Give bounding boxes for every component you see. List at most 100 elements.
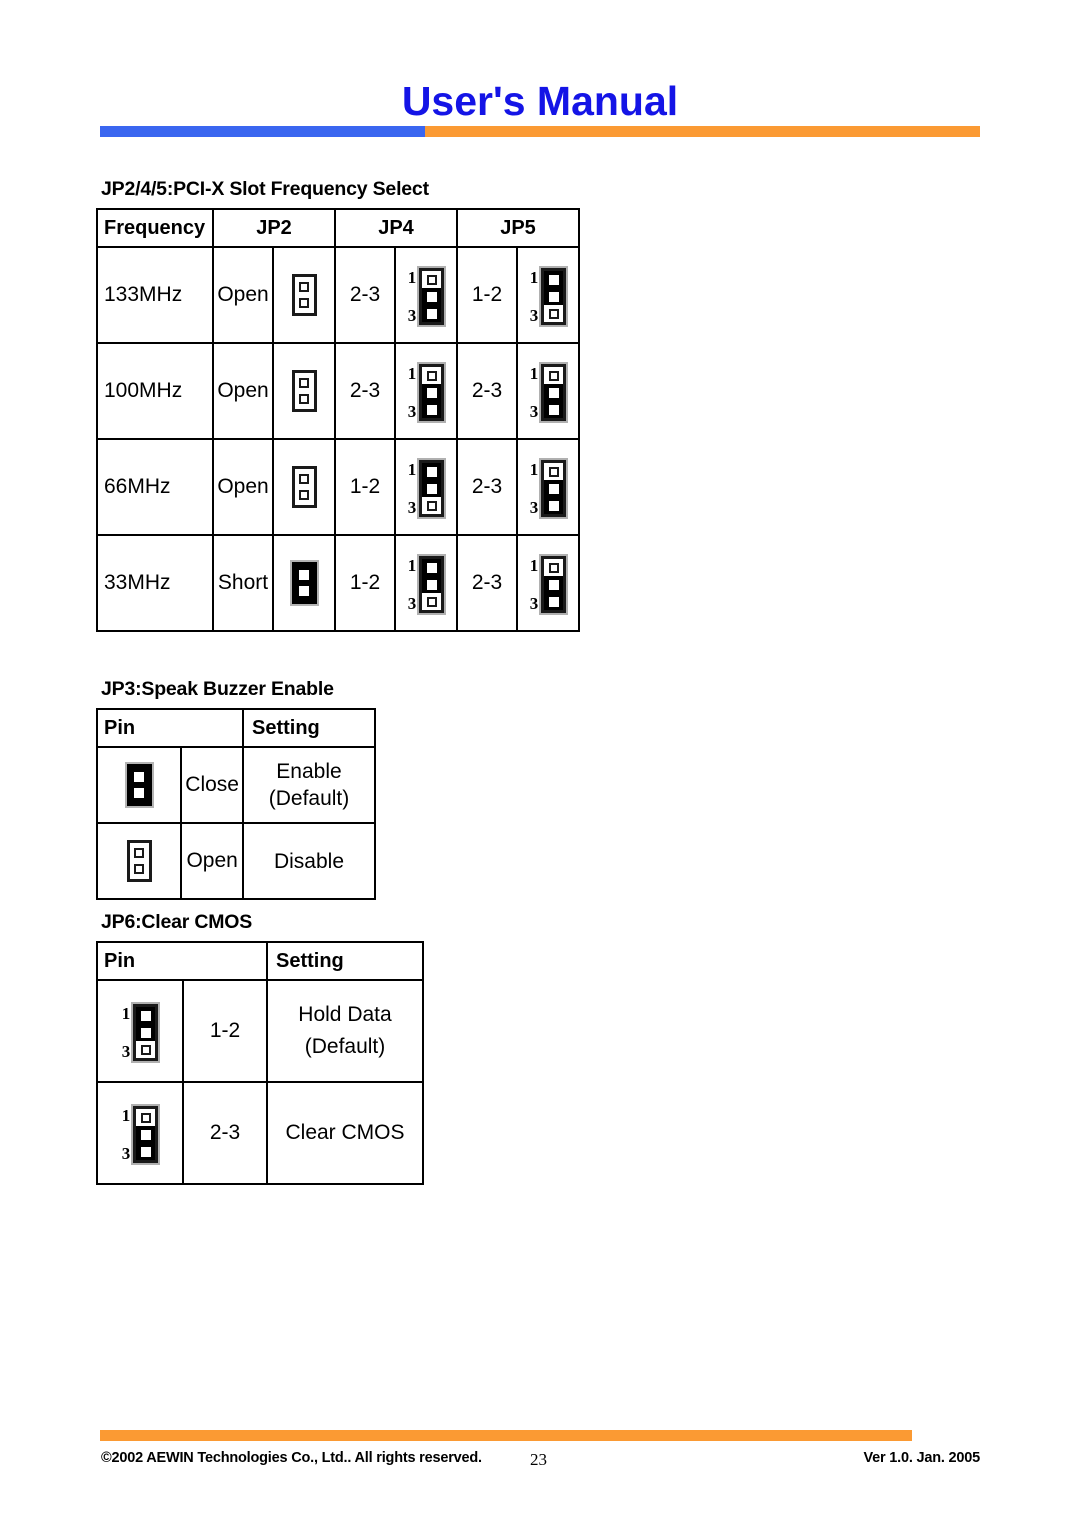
jumper-slot: [544, 271, 564, 289]
table-row: 133MHz Open 2-3 1 3 1-2 1 3: [96, 246, 580, 344]
jumper-slot: [544, 401, 564, 419]
table-header-row: Pin Setting: [96, 708, 376, 748]
jumper-pin: [140, 1112, 151, 1123]
jumper-graphic: [124, 762, 154, 808]
jumper-graphic: 13: [408, 362, 447, 424]
jp3-settings-table: Pin Setting Close Enable (Default) Open Disa…: [95, 708, 376, 900]
jumper-pin: [299, 393, 309, 404]
jumper-slot: [544, 463, 564, 481]
cell-jp5-jumper: 13: [516, 534, 580, 632]
jumper-3pin-cap-1-2-icon: [131, 1002, 161, 1064]
cell-setting: Hold Data (Default): [266, 979, 424, 1083]
setting-line-primary: Hold Data: [298, 1003, 392, 1026]
jumper-pin: [426, 387, 437, 398]
jumper-pin: [426, 579, 437, 590]
jumper-pin: [548, 308, 559, 319]
jumper-pin-label-top: 1: [529, 363, 539, 383]
cell-jp2-state: Open: [212, 438, 274, 536]
jumper-2pin-open-icon: [291, 466, 317, 508]
footer-version: Ver 1.0. Jan. 2005: [863, 1450, 980, 1466]
jumper-slot: [422, 288, 442, 306]
jumper-pin: [426, 466, 437, 477]
jumper-2pin-open-icon: [291, 370, 317, 412]
jumper-graphic: [289, 560, 319, 606]
jumper-3pin-cap-2-3-icon: [539, 458, 569, 520]
jumper-slot: [136, 1041, 156, 1059]
column-header-setting: Setting: [242, 708, 376, 748]
jumper-pin: [426, 308, 437, 319]
jumper-pin-labels: 13: [408, 557, 417, 612]
table-row: 1 3 1-2 Hold Data (Default): [95, 979, 424, 1083]
jumper-3pin-cap-1-2-icon: [417, 554, 447, 616]
table-row: 1 3 2-3 Clear CMOS: [95, 1081, 424, 1185]
cell-jp5-jumper: 13: [516, 246, 580, 344]
column-header-jp2: JP2: [212, 208, 336, 248]
jumper-pin: [548, 579, 559, 590]
cell-jp2-state: Open: [212, 342, 274, 440]
jumper-pin: [548, 562, 559, 573]
jumper-pin: [426, 274, 437, 285]
jumper-slot: [422, 384, 442, 402]
jumper-pin: [134, 863, 145, 874]
cell-jp5-jumper: 13: [516, 438, 580, 536]
frequency-select-body: 133MHz Open 2-3 1 3 1-2 1 3 100MHz Open 2-3 1 3 2-3 1 3…: [96, 246, 580, 632]
jumper-pin-label-bottom: 3: [407, 305, 417, 325]
cell-setting: Disable: [242, 822, 376, 900]
jumper-slot: [544, 480, 564, 498]
cell-jp2-jumper: [272, 342, 336, 440]
cell-jp5-jumper: 13: [516, 342, 580, 440]
jumper-pin: [299, 570, 309, 581]
jp6-settings-body: 1 3 1-2 Hold Data (Default) 1 3 2-3 Clear CMOS: [95, 979, 424, 1185]
jumper-3pin-cap-2-3-icon: [539, 554, 569, 616]
jumper-slot: [422, 367, 442, 385]
jumper-pin: [548, 483, 559, 494]
jumper-pin: [140, 1010, 151, 1021]
table-header-row: Pin Setting: [96, 941, 424, 981]
jumper-pin-label-top: 1: [121, 1105, 131, 1125]
cell-frequency: 133MHz: [96, 246, 214, 344]
jumper-pin: [140, 1129, 151, 1140]
jumper-pin-labels: 13: [407, 461, 417, 517]
header-rule-blue-segment: [100, 126, 425, 137]
jumper-pin-labels: 13: [408, 365, 417, 420]
setting-line-secondary: (Default): [268, 787, 350, 810]
page-title: User's Manual: [401, 78, 679, 124]
jumper-pin: [299, 489, 309, 500]
cell-jp5-state: 2-3: [456, 534, 518, 632]
jumper-pin-label-top: 1: [529, 267, 539, 287]
jumper-pin: [426, 291, 437, 302]
jumper-graphic: [291, 466, 317, 508]
jumper-slot: [422, 497, 442, 515]
jumper-pin-label-bottom: 3: [407, 497, 417, 517]
cell-setting: Enable (Default): [242, 746, 376, 824]
jumper-graphic: [126, 840, 152, 882]
jumper-pin-label-bottom: 3: [529, 305, 539, 325]
section-heading-speak-buzzer: JP3:Speak Buzzer Enable: [101, 678, 334, 700]
column-header-setting: Setting: [266, 941, 424, 981]
jumper-slot: [422, 576, 442, 594]
cell-jp5-state: 2-3: [456, 342, 518, 440]
jumper-slot: [136, 1024, 156, 1042]
cell-pin-state: Close: [180, 746, 244, 824]
jumper-pin: [140, 1027, 151, 1038]
jumper-pin: [548, 404, 559, 415]
jumper-pin: [299, 378, 309, 389]
jumper-pin: [134, 787, 145, 798]
column-header-pin: Pin: [96, 941, 268, 981]
jumper-pin: [299, 585, 309, 596]
cell-frequency: 33MHz: [96, 534, 214, 632]
jumper-pin: [299, 474, 309, 485]
jumper-slot: [422, 593, 442, 611]
jumper-pin-label-top: 1: [529, 459, 539, 479]
table-row: Close Enable (Default): [95, 746, 376, 824]
jumper-2pin-short-icon: [289, 560, 319, 606]
manual-page: User's Manual JP2/4/5:PCI-X Slot Frequen…: [0, 0, 1080, 1528]
jumper-pin-label-top: 1: [529, 555, 539, 575]
jumper-pin-labels: 13: [122, 1005, 131, 1060]
cell-frequency: 100MHz: [96, 342, 214, 440]
jumper-pin: [548, 500, 559, 511]
cell-pin-state: Open: [180, 822, 244, 900]
jumper-pin: [140, 1044, 151, 1055]
footer-rule: [100, 1430, 912, 1441]
jumper-slot: [544, 559, 564, 577]
